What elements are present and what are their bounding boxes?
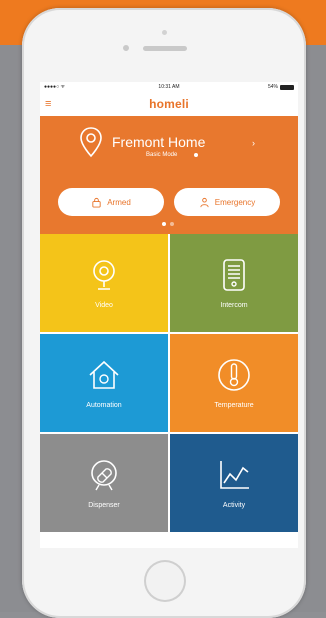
home-button[interactable] [144,560,186,602]
status-time: 10:31 AM [158,84,180,90]
tile-automation[interactable]: Automation [40,334,168,432]
page-indicator [158,222,180,227]
tile-intercom[interactable]: Intercom [170,234,298,332]
tile-label: Intercom [220,302,248,309]
home-mode: Basic Mode [146,152,178,158]
earpiece-speaker [143,46,187,51]
chart-icon [220,461,249,489]
status-bar: ●●●●○ ᯤ 10:31 AM 54% [40,82,298,92]
tile-label: Activity [222,502,246,509]
front-camera [123,45,129,51]
pill-icon [91,460,117,491]
intercom-icon [223,259,245,291]
thermometer-icon [218,359,250,391]
chevron-right-icon[interactable]: › [252,138,255,148]
tile-label: Automation [86,402,122,409]
mode-indicator [194,153,198,157]
tile-label: Dispenser [88,502,120,509]
arm-button[interactable]: Armed [58,188,164,216]
tile-label: Temperature [214,402,254,409]
tile-video[interactable]: Video [40,234,168,332]
emergency-button[interactable]: Emergency [174,188,280,216]
location-pin-icon [80,127,102,158]
home-header: Fremont Home Basic Mode › Armed Emergenc… [40,116,298,234]
tile-label: Video [95,302,113,309]
nav-bar: ≡ homeli [40,92,298,116]
home-name[interactable]: Fremont Home [112,134,205,150]
page-dot[interactable] [170,222,174,226]
house-icon [89,360,119,389]
proximity-sensor [162,30,167,35]
lock-icon [92,197,101,208]
app-logo: homeli [149,97,189,111]
tile-dispenser[interactable]: Dispenser [40,434,168,532]
person-alert-icon [200,197,209,207]
menu-icon[interactable]: ≡ [45,98,55,110]
camera-icon [93,260,115,290]
arm-label: Armed [107,197,131,207]
tile-temperature[interactable]: Temperature [170,334,298,432]
page-dot[interactable] [162,222,166,226]
tile-activity[interactable]: Activity [170,434,298,532]
emergency-label: Emergency [214,197,256,207]
app-screen: ●●●●○ ᯤ 10:31 AM 54% ≡ homeli Fremont Ho… [40,82,298,548]
feature-grid: Video Intercom Automation Temperature Di… [40,234,298,548]
